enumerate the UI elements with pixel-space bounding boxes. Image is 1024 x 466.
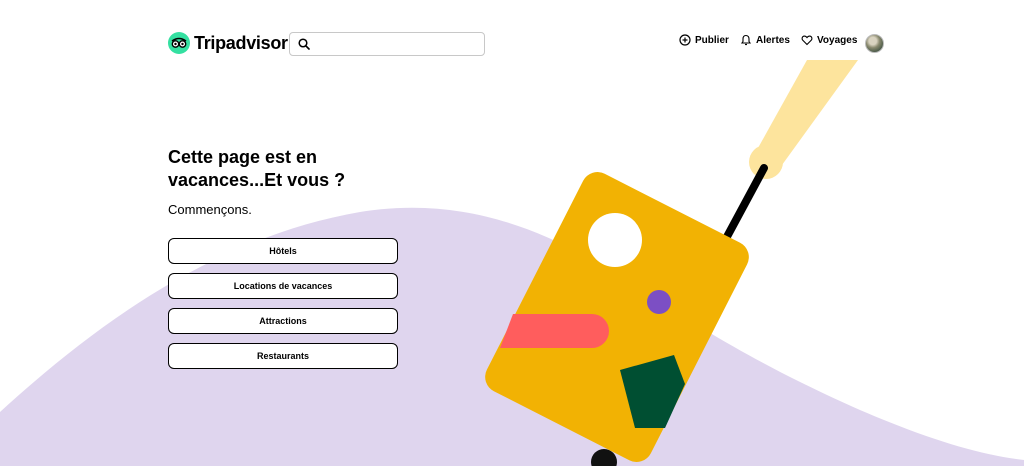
page-title: Cette page est en vacances...Et vous ? xyxy=(168,147,346,190)
suitcase-handle xyxy=(718,164,768,250)
tripadvisor-logo[interactable]: Tripadvisor xyxy=(168,32,288,54)
top-header: Tripadvisor Publier Alertes Voyages xyxy=(0,0,1024,88)
vacation-rentals-button[interactable]: Locations de vacances xyxy=(168,273,398,299)
attractions-button[interactable]: Attractions xyxy=(168,308,398,334)
user-avatar[interactable] xyxy=(865,34,884,53)
hero-section: Cette page est en vacances...Et vous ? C… xyxy=(168,146,388,217)
white-circle-sticker xyxy=(588,213,642,267)
publish-link[interactable]: Publier xyxy=(679,34,729,46)
category-options: Hôtels Locations de vacances Attractions… xyxy=(168,238,398,378)
purple-dot-sticker xyxy=(647,290,671,314)
bell-icon xyxy=(740,34,752,46)
heart-icon xyxy=(801,35,813,46)
brand-name: Tripadvisor xyxy=(194,32,288,53)
search-input[interactable] xyxy=(316,38,476,50)
owl-eyes-icon xyxy=(168,32,190,54)
publish-label: Publier xyxy=(695,34,729,46)
pink-stripe-sticker xyxy=(500,314,609,348)
search-bar[interactable] xyxy=(289,32,485,56)
alerts-label: Alertes xyxy=(756,34,790,46)
search-icon xyxy=(298,38,310,50)
restaurants-button[interactable]: Restaurants xyxy=(168,343,398,369)
plus-circle-icon xyxy=(679,34,691,46)
hotels-button[interactable]: Hôtels xyxy=(168,238,398,264)
trips-label: Voyages xyxy=(817,34,858,46)
page-subtitle: Commençons. xyxy=(168,202,252,217)
trips-link[interactable]: Voyages xyxy=(801,34,857,46)
alerts-link[interactable]: Alertes xyxy=(740,34,790,46)
hand-shape xyxy=(749,145,783,179)
